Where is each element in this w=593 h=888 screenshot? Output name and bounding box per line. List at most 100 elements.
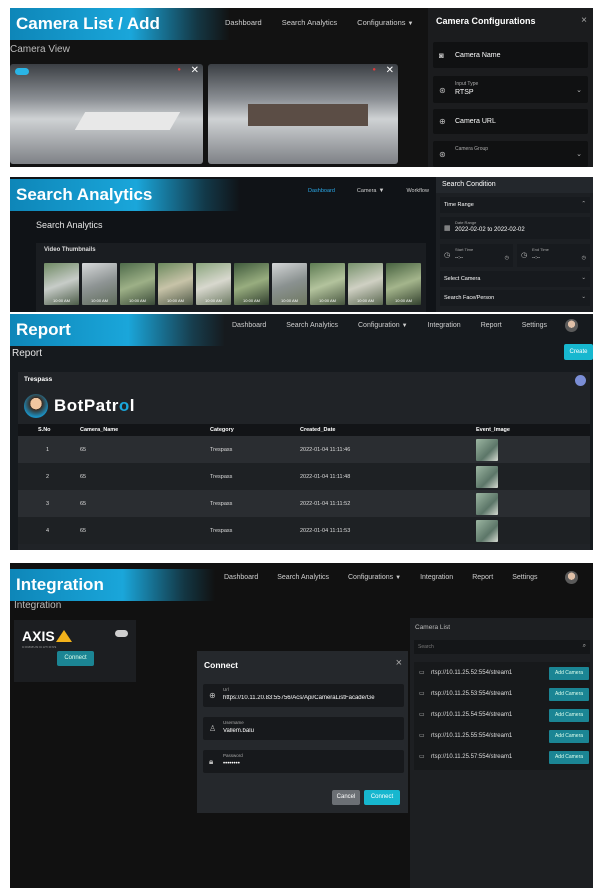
integration-panel: Integration Dashboard Search Analytics C… [10, 563, 593, 888]
page-title: Integration [14, 600, 62, 611]
avatar[interactable] [565, 319, 578, 332]
add-camera-button[interactable]: Add Camera [549, 730, 589, 743]
camera-tile[interactable]: ● ✕ [208, 64, 398, 164]
nav-dashboard[interactable]: Dashboard [224, 574, 258, 581]
avatar[interactable] [565, 571, 578, 584]
axis-logo: AXIS [22, 628, 72, 644]
nav-integration[interactable]: Integration [420, 574, 453, 581]
camera-toggle[interactable] [15, 68, 29, 75]
video-thumbnail[interactable]: 10:00 AM [120, 263, 155, 305]
event-image[interactable] [476, 438, 498, 461]
nav-configuration[interactable]: Configuration ▼ [358, 322, 408, 329]
video-thumbnail[interactable]: 10:00 AM [82, 263, 117, 305]
camera-icon: ▭ [419, 733, 425, 739]
caret-down-icon: ▼ [407, 21, 414, 27]
nav-search-analytics[interactable]: Search Analytics [277, 574, 329, 581]
end-time-field[interactable]: ◷ End Time --:-- ◷ [517, 244, 590, 267]
video-thumbnail[interactable]: 10:00 AM [386, 263, 421, 305]
col-camera-name: Camera_Name [80, 427, 119, 433]
config-title: Camera Configurations [436, 16, 536, 26]
create-button[interactable]: Create [564, 344, 593, 360]
video-thumbnail[interactable]: 10:00 AM [310, 263, 345, 305]
camera-group-select[interactable]: ⊛ Camera Group ⌄ [433, 141, 588, 167]
table-row[interactable]: 3 65 Trespass 2022-01-04 11:11:52 [18, 490, 590, 517]
caret-down-icon: ▼ [395, 575, 402, 581]
nav-settings[interactable]: Settings [522, 322, 547, 329]
nav-configurations[interactable]: Configurations ▼ [357, 18, 413, 27]
table-row[interactable]: 2 65 Trespass 2022-01-04 11:11:48 [18, 463, 590, 490]
axis-triangle-icon [55, 630, 72, 642]
time-range-toggle[interactable]: Time Range ⌃ [440, 197, 590, 213]
camera-name-field[interactable]: ◙ Camera Name [433, 42, 588, 68]
close-icon[interactable]: ✕ [191, 65, 199, 76]
video-thumbnail[interactable]: 10:00 AM [234, 263, 269, 305]
event-image[interactable] [476, 492, 498, 515]
section-banner: Search Analytics [10, 179, 240, 211]
close-icon[interactable]: ✕ [386, 65, 394, 76]
event-image[interactable] [476, 465, 498, 488]
camera-icon: ◙ [439, 51, 444, 60]
cancel-button[interactable]: Cancel [332, 790, 360, 805]
select-camera-dropdown[interactable]: Select Camera ⌄ [440, 271, 590, 287]
clock-icon: ◷ [504, 255, 509, 261]
nav-report[interactable]: Report [481, 322, 502, 329]
password-field[interactable]: 🔒︎ Password •••••••• [203, 750, 404, 773]
camera-search-input[interactable]: Search ⌕ [414, 640, 590, 654]
date-range-field[interactable]: ▦ Date Range 2022-02-02 to 2022-02-02 [440, 217, 590, 239]
nav-configurations[interactable]: Configurations ▼ [348, 574, 401, 581]
camera-icon: ▭ [419, 754, 425, 760]
nav-dashboard[interactable]: Dashboard [308, 188, 335, 194]
camera-config-panel: Camera Configurations × ◙ Camera Name ⊛ … [428, 8, 593, 167]
connect-button[interactable]: Connect [57, 651, 94, 666]
nav-report[interactable]: Report [472, 574, 493, 581]
section-banner: Integration [10, 569, 215, 601]
user-badge-icon[interactable] [575, 375, 586, 386]
input-type-select[interactable]: ⊛ Input Type RTSP ⌄ [433, 76, 588, 103]
search-analytics-panel: Search Analytics Dashboard Camera ▼ Workf… [10, 177, 593, 312]
video-thumbnail[interactable]: 10:00 AM [196, 263, 231, 305]
video-thumbnail[interactable]: 10:00 AM [44, 263, 79, 305]
connect-submit-button[interactable]: Connect [364, 790, 400, 805]
table-row[interactable]: 1 65 Trespass 2022-01-04 11:11:46 [18, 436, 590, 463]
url-field[interactable]: ⊕ Url https://10.11.20.83:55756/Acs/Api/… [203, 684, 404, 707]
nav-camera[interactable]: Camera ▼ [357, 188, 385, 194]
video-thumbnail[interactable]: 10:00 AM [272, 263, 307, 305]
add-camera-button[interactable]: Add Camera [549, 751, 589, 764]
nav-settings[interactable]: Settings [512, 574, 537, 581]
username-field[interactable]: ♙ Username Vallem.balu [203, 717, 404, 740]
close-icon[interactable]: × [581, 15, 587, 26]
page-title: Report [12, 348, 43, 359]
nav-workflow[interactable]: Workflow [406, 188, 429, 194]
close-icon[interactable]: × [396, 657, 402, 669]
add-camera-button[interactable]: Add Camera [549, 688, 589, 701]
video-thumbnail[interactable]: 10:00 AM [158, 263, 193, 305]
nav-dashboard[interactable]: Dashboard [225, 18, 262, 27]
camera-tile[interactable]: ● ✕ [10, 64, 203, 164]
clock-icon: ◷ [521, 252, 528, 259]
connect-modal: Connect × ⊕ Url https://10.11.20.83:5575… [197, 651, 408, 813]
integration-toggle[interactable] [115, 630, 128, 637]
camera-url-field[interactable]: ⊕ Camera URL [433, 109, 588, 134]
add-camera-button[interactable]: Add Camera [549, 667, 589, 680]
video-thumbnail[interactable]: 10:00 AM [348, 263, 383, 305]
list-item: ▭ rtsp://10.11.25.53:554/stream1 Add Cam… [419, 688, 589, 702]
nav-search-analytics[interactable]: Search Analytics [282, 18, 337, 27]
chevron-down-icon: ⌄ [576, 151, 582, 158]
start-time-field[interactable]: ◷ Start Time --:-- ◷ [440, 244, 513, 267]
top-nav: Dashboard Search Analytics Configuration… [225, 18, 438, 27]
nav-integration[interactable]: Integration [428, 322, 461, 329]
search-condition-title: Search Condition [436, 177, 593, 193]
page-title: Camera View [10, 44, 70, 55]
camera-list-title: Camera List [415, 624, 451, 631]
modal-title: Connect [204, 660, 238, 670]
report-card: Trespass BotPatrol S.No Camera_Name Cate… [18, 372, 590, 550]
section-banner: Camera List / Add [10, 8, 230, 40]
camera-frame [74, 112, 181, 130]
event-image[interactable] [476, 519, 498, 542]
table-row[interactable]: 4 65 Trespass 2022-01-04 11:11:53 [18, 517, 590, 544]
nav-search-analytics[interactable]: Search Analytics [286, 322, 338, 329]
chevron-down-icon: ⌄ [581, 275, 586, 281]
nav-dashboard[interactable]: Dashboard [232, 322, 266, 329]
add-camera-button[interactable]: Add Camera [549, 709, 589, 722]
search-face-dropdown[interactable]: Search Face/Person ⌄ [440, 290, 590, 306]
